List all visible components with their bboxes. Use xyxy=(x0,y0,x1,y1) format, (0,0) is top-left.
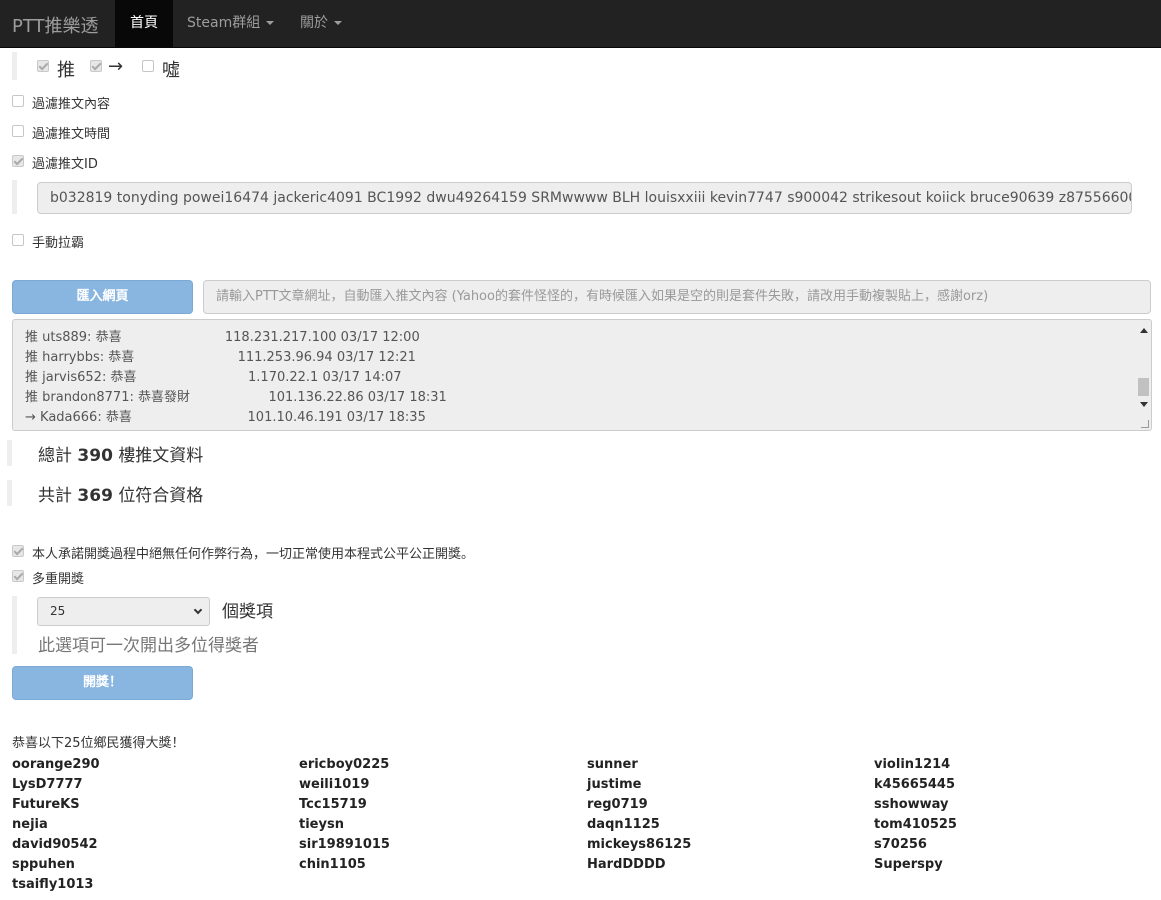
pledge-label: 本人承諾開獎過程中絕無任何作弊行為，一切正常使用本程式公平公正開獎。 xyxy=(32,547,475,562)
filter-id-label: 過濾推文ID xyxy=(32,157,98,172)
push-filter-bar xyxy=(12,52,17,80)
scroll-down-icon[interactable] xyxy=(1140,402,1148,407)
qualified-suffix: 位符合資格 xyxy=(118,486,204,506)
winner-name: Superspy xyxy=(874,857,943,872)
boo-checkbox[interactable] xyxy=(142,60,154,72)
nav-steam-group-label: Steam群組 xyxy=(187,15,261,31)
manual-cut-checkbox[interactable] xyxy=(12,234,24,246)
push-label: 推 xyxy=(57,60,75,81)
winner-name: mickeys86125 xyxy=(587,837,692,852)
top-navbar: PTT推樂透 首頁 Steam群組 關於 xyxy=(0,0,1161,48)
winner-name: tieysn xyxy=(299,817,344,832)
scroll-up-icon[interactable] xyxy=(1140,328,1148,333)
pledge-checkbox[interactable] xyxy=(12,545,24,557)
nav-about-label: 關於 xyxy=(300,15,328,31)
qualified-stat-bar xyxy=(7,480,12,506)
result-title: 恭喜以下25位鄉民獲得大獎！ xyxy=(12,736,185,751)
caret-down-icon xyxy=(334,21,342,25)
caret-down-icon xyxy=(266,21,275,25)
filter-time-label: 過濾推文時間 xyxy=(32,127,111,142)
qualified-value: 369 xyxy=(77,486,113,506)
winner-name: LysD7777 xyxy=(12,777,83,792)
multi-draw-checkbox[interactable] xyxy=(12,570,24,582)
winner-name: ericboy0225 xyxy=(299,757,390,772)
winner-name: s70256 xyxy=(874,837,927,852)
winner-name: sunner xyxy=(587,757,638,772)
boo-label: 噓 xyxy=(162,60,180,81)
manual-cut-label: 手動拉霸 xyxy=(32,236,85,251)
total-stat-bar xyxy=(7,440,12,466)
winner-name: david90542 xyxy=(12,837,98,852)
winner-name: tsaifly1013 xyxy=(12,877,94,892)
comment-line: → Kada666: 恭喜 101.10.46.191 03/17 18:35 xyxy=(25,410,426,425)
brand-title[interactable]: PTT推樂透 xyxy=(12,12,99,38)
winner-name: Tcc15719 xyxy=(299,797,367,812)
total-comments-stat: 總計 390 樓推文資料 xyxy=(38,441,203,466)
article-url-input[interactable]: 請輸入PTT文章網址，自動匯入推文內容 (Yahoo的套件怪怪的，有時候匯入如果… xyxy=(203,280,1151,314)
filter-content-checkbox[interactable] xyxy=(12,95,24,107)
total-value: 390 xyxy=(77,446,113,466)
winner-name: reg0719 xyxy=(587,797,648,812)
filter-id-bar xyxy=(12,180,17,214)
winner-name: HardDDDD xyxy=(587,857,666,872)
comment-line: 推 jarvis652: 恭喜 1.170.22.1 03/17 14:07 xyxy=(25,370,402,385)
winner-name: FutureKS xyxy=(12,797,80,812)
winner-name: chin1105 xyxy=(299,857,366,872)
prize-count-bar xyxy=(12,596,17,654)
arrow-label: → xyxy=(108,56,124,77)
nav-about[interactable]: 關於 xyxy=(285,0,357,48)
winner-name: nejia xyxy=(12,817,48,832)
winner-name: sshowway xyxy=(874,797,949,812)
winner-name: k45665445 xyxy=(874,777,956,792)
total-prefix: 總計 xyxy=(38,446,72,466)
winner-name: violin1214 xyxy=(874,757,951,772)
arrow-checkbox[interactable] xyxy=(90,60,102,72)
winner-name: weili1019 xyxy=(299,777,370,792)
winner-name: sir19891015 xyxy=(299,837,390,852)
resize-handle-icon[interactable] xyxy=(1141,420,1149,428)
prize-count-select[interactable]: 25 xyxy=(37,597,210,626)
filter-id-checkbox[interactable] xyxy=(12,155,24,167)
filter-content-label: 過濾推文內容 xyxy=(32,97,111,112)
winner-name: daqn1125 xyxy=(587,817,660,832)
import-page-button[interactable]: 匯入網頁 xyxy=(12,280,193,314)
chevron-down-icon xyxy=(193,605,203,615)
comment-line: 推 uts889: 恭喜 118.231.217.100 03/17 12:00 xyxy=(25,330,420,345)
winner-name: tom410525 xyxy=(874,817,957,832)
comment-line: 推 harrybbs: 恭喜 111.253.96.94 03/17 12:21 xyxy=(25,350,416,365)
winner-name: justime xyxy=(587,777,642,792)
scroll-thumb[interactable] xyxy=(1138,378,1149,396)
comments-textarea[interactable]: 推 uts889: 恭喜 118.231.217.100 03/17 12:00… xyxy=(12,319,1152,431)
prize-hint-text: 此選項可一次開出多位得獎者 xyxy=(38,636,259,656)
total-suffix: 樓推文資料 xyxy=(118,446,204,466)
filter-time-checkbox[interactable] xyxy=(12,125,24,137)
nav-steam-group[interactable]: Steam群組 xyxy=(172,0,289,48)
push-checkbox[interactable] xyxy=(37,60,49,72)
winner-name: oorange290 xyxy=(12,757,100,772)
nav-home-label: 首頁 xyxy=(130,15,158,31)
qualified-prefix: 共計 xyxy=(38,486,72,506)
draw-button[interactable]: 開獎！ xyxy=(12,666,193,700)
nav-home[interactable]: 首頁 xyxy=(115,0,173,48)
multi-draw-label: 多重開獎 xyxy=(32,572,85,587)
qualified-stat: 共計 369 位符合資格 xyxy=(38,481,203,506)
prize-unit-label: 個獎項 xyxy=(222,602,273,622)
filter-id-input[interactable]: b032819 tonyding powei16474 jackeric4091… xyxy=(37,182,1132,214)
prize-count-value: 25 xyxy=(50,604,66,618)
winner-name: sppuhen xyxy=(12,857,75,872)
textarea-scrollbar[interactable] xyxy=(1135,320,1151,430)
comment-line: 推 brandon8771: 恭喜發財 101.136.22.86 03/17 … xyxy=(25,390,447,405)
